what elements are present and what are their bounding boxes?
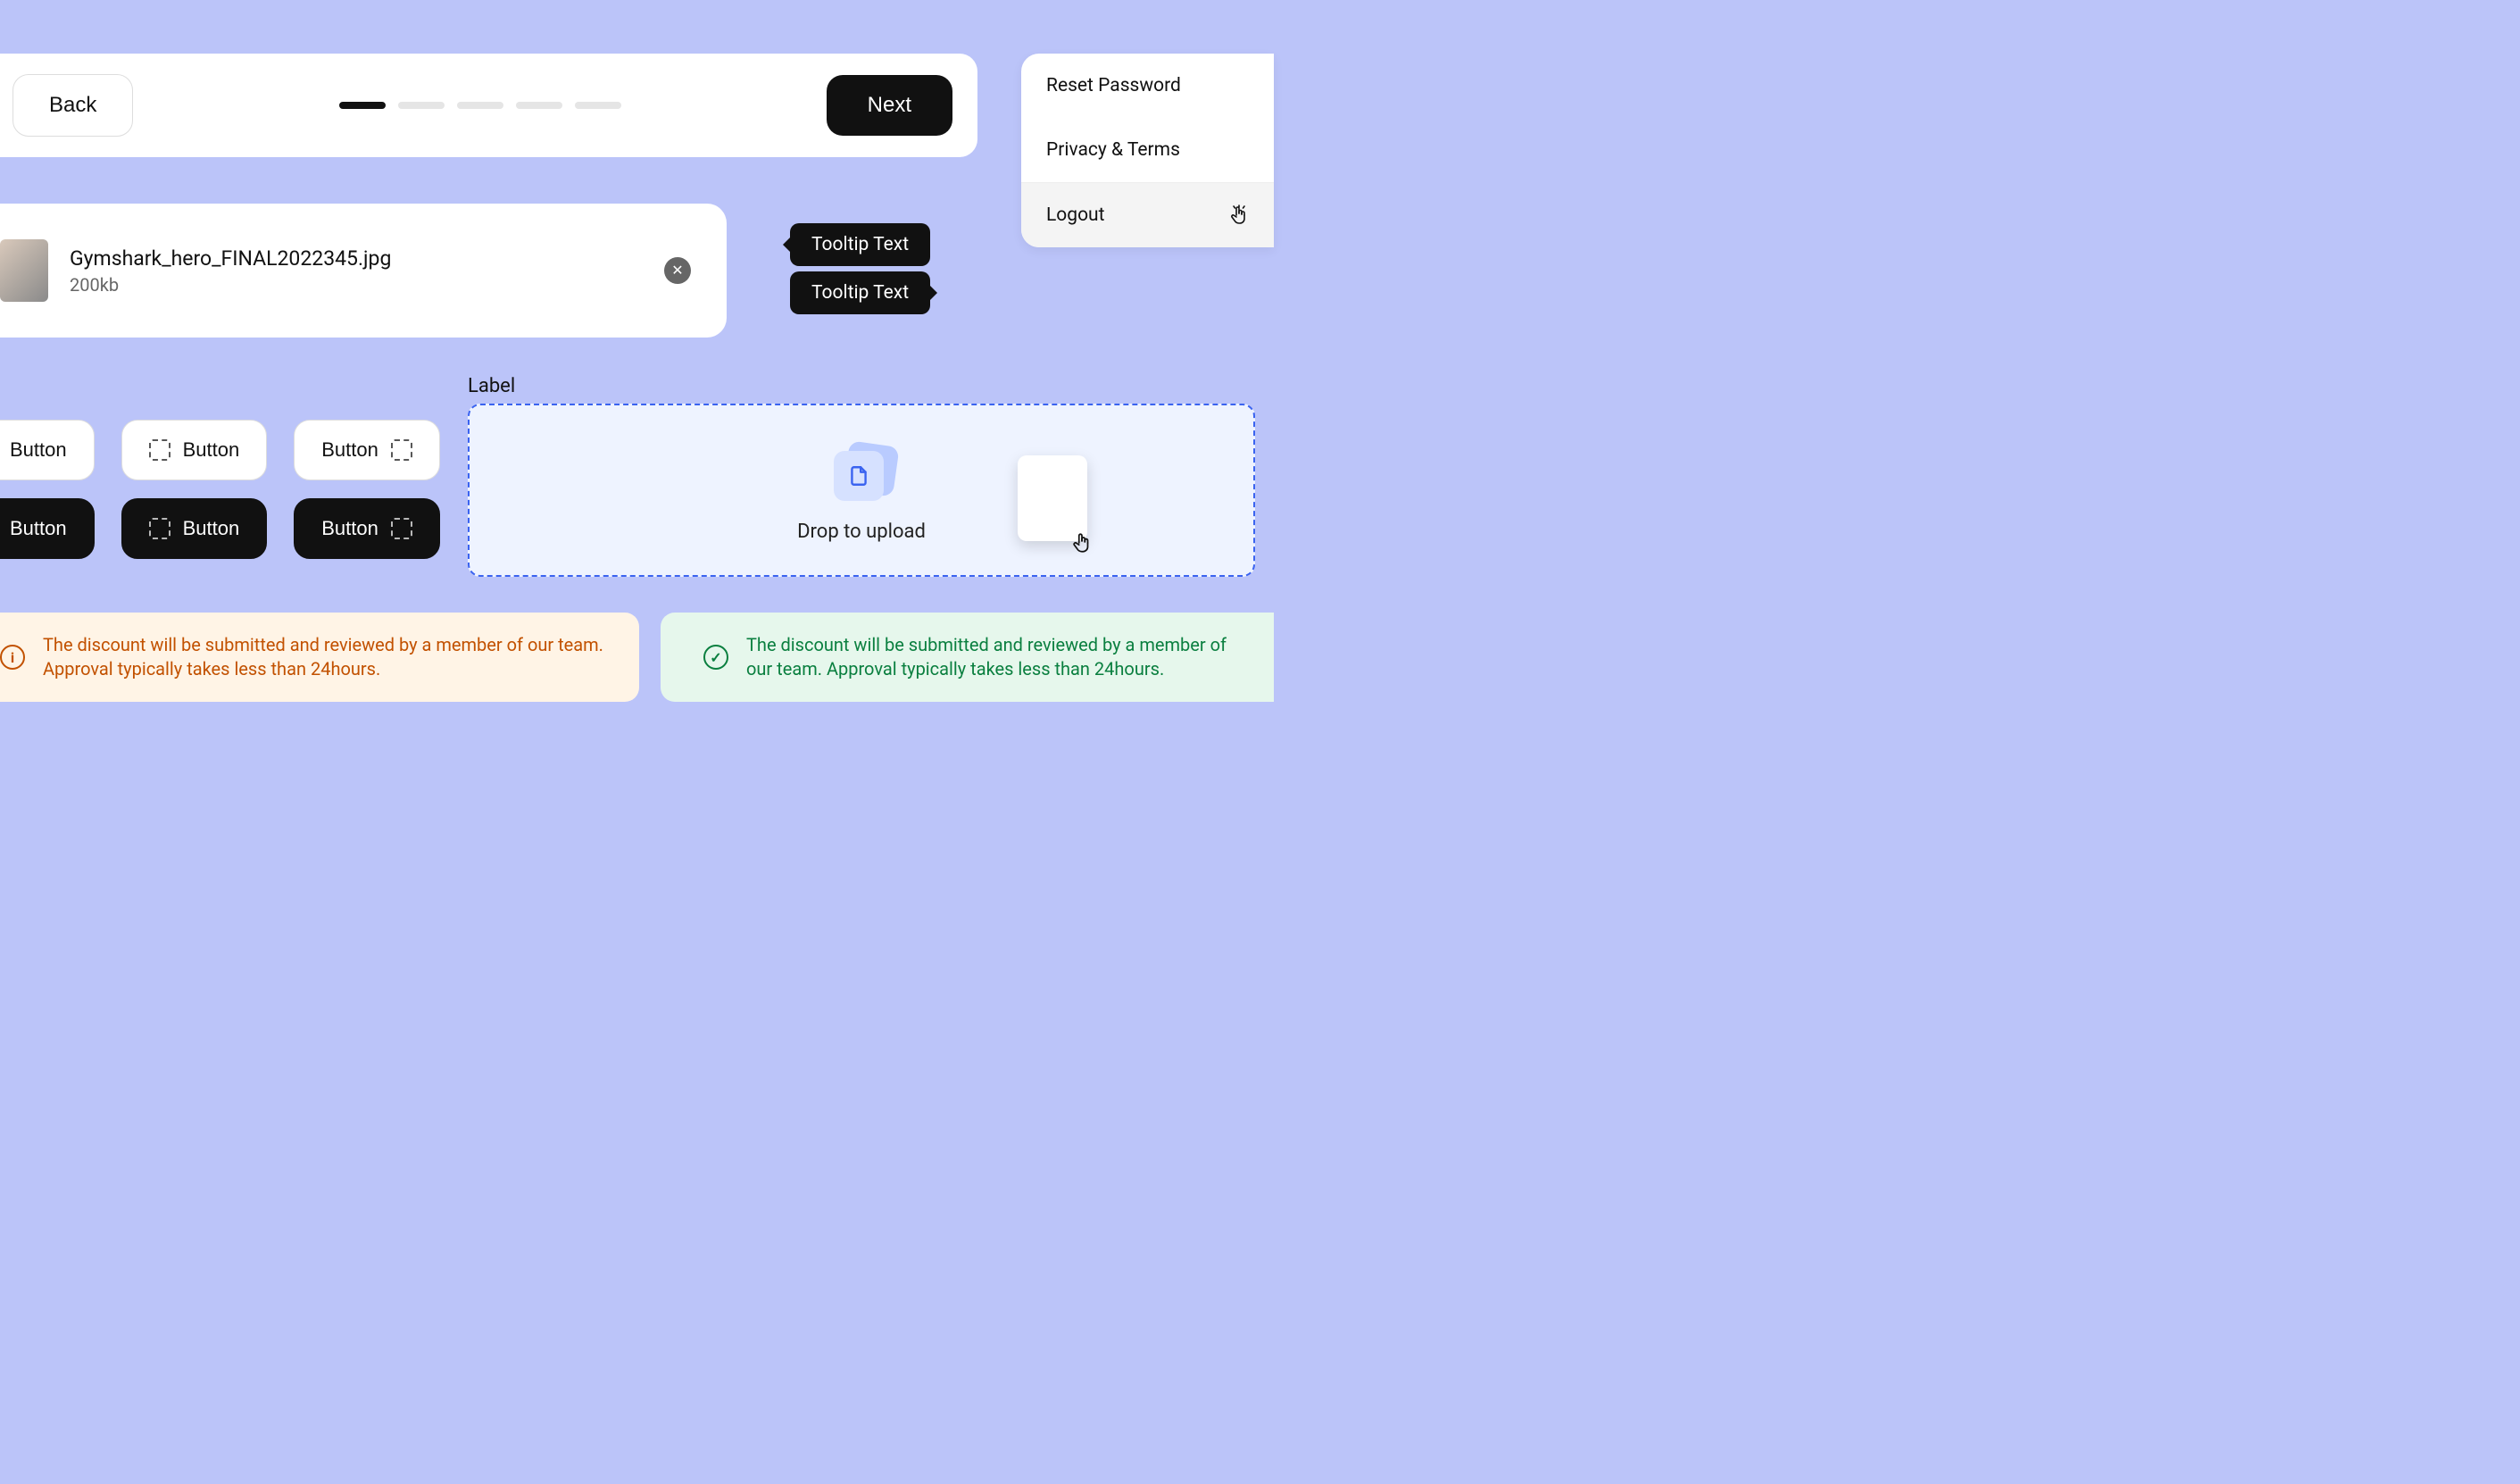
file-size: 200kb [70, 274, 643, 296]
step-pill[interactable] [339, 102, 386, 109]
button-label: Button [183, 517, 240, 540]
button-example-light-icon-right[interactable]: Button [294, 420, 440, 480]
button-label: Button [10, 517, 67, 540]
button-label: Button [183, 438, 240, 462]
menu-item-label: Logout [1046, 204, 1105, 226]
tooltip-left-arrow: Tooltip Text [790, 223, 930, 266]
account-menu: Reset Password Privacy & Terms Logout [1021, 54, 1274, 247]
remove-file-button[interactable]: ✕ [664, 257, 691, 284]
alert-warning: i The discount will be submitted and rev… [0, 613, 639, 702]
menu-item-privacy-terms[interactable]: Privacy & Terms [1021, 118, 1274, 182]
step-pill[interactable] [398, 102, 445, 109]
placeholder-icon [149, 518, 170, 539]
button-example-dark-icon-left[interactable]: Button [121, 498, 268, 559]
dragged-file-ghost [1018, 455, 1087, 541]
menu-item-reset-password[interactable]: Reset Password [1021, 54, 1274, 118]
alert-text: The discount will be submitted and revie… [746, 633, 1249, 681]
button-label: Button [321, 517, 378, 540]
file-dropzone[interactable]: Drop to upload [468, 404, 1255, 577]
file-icon [847, 464, 870, 488]
pointer-cursor-icon [1229, 204, 1249, 226]
step-pill[interactable] [457, 102, 503, 109]
dropzone-label: Label [468, 375, 515, 397]
placeholder-icon [149, 439, 170, 461]
file-name: Gymshark_hero_FINAL2022345.jpg [70, 246, 643, 271]
button-label: Button [321, 438, 378, 462]
placeholder-icon [391, 439, 412, 461]
stepper-bar: Back Next [0, 54, 977, 157]
alert-text: The discount will be submitted and revie… [43, 633, 614, 681]
info-icon: i [0, 645, 25, 670]
step-indicator [339, 102, 621, 109]
uploaded-file-card: Gymshark_hero_FINAL2022345.jpg 200kb ✕ [0, 204, 727, 338]
button-label: Button [10, 438, 67, 462]
back-button[interactable]: Back [12, 74, 133, 137]
button-example-light[interactable]: Button [0, 420, 95, 480]
dropzone-text: Drop to upload [797, 521, 926, 543]
check-icon: ✓ [703, 645, 728, 670]
button-example-dark[interactable]: Button [0, 498, 95, 559]
file-meta: Gymshark_hero_FINAL2022345.jpg 200kb [70, 246, 643, 296]
button-example-dark-icon-right[interactable]: Button [294, 498, 440, 559]
button-example-light-icon-left[interactable]: Button [121, 420, 268, 480]
placeholder-icon [391, 518, 412, 539]
menu-item-logout[interactable]: Logout [1021, 182, 1274, 247]
tooltip-right-arrow: Tooltip Text [790, 271, 930, 314]
button-examples: Button Button Button Button Button Butto… [0, 420, 440, 559]
close-icon: ✕ [671, 262, 683, 279]
documents-icon [821, 438, 902, 510]
step-pill[interactable] [516, 102, 562, 109]
next-button[interactable]: Next [827, 75, 952, 136]
step-pill[interactable] [575, 102, 621, 109]
file-thumbnail [0, 239, 48, 302]
alert-success: ✓ The discount will be submitted and rev… [661, 613, 1274, 702]
